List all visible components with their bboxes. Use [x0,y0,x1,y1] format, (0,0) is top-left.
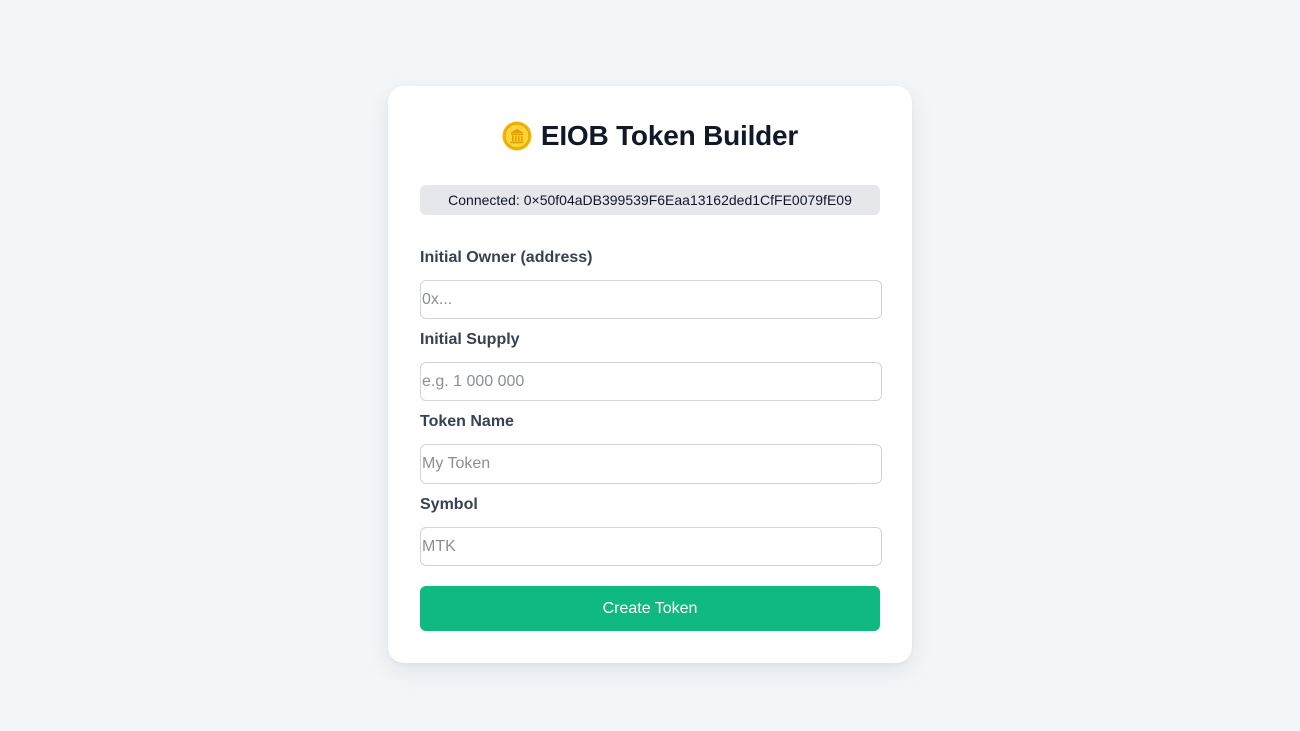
title-row: EIOB Token Builder [388,118,912,154]
connected-wallet-badge: Connected: 0×50f04aDB399539F6Eaa13162ded… [420,185,880,215]
page-title: EIOB Token Builder [540,120,799,151]
initial-supply-input[interactable] [420,362,882,401]
token-builder-card: EIOB Token Builder Connected: 0×50f04aDB… [388,86,912,663]
create-token-button[interactable]: Create Token [420,586,880,631]
symbol-label: Symbol [420,496,478,513]
coin-icon [502,121,532,151]
wallet-address: 0×50f04aDB399539F6Eaa13162ded1CfFE0079fE… [523,192,852,208]
symbol-input[interactable] [420,527,882,566]
owner-address-input[interactable] [420,280,882,319]
connected-label: Connected: [448,192,520,208]
supply-label: Initial Supply [420,331,520,348]
token-name-label: Token Name [420,413,514,430]
owner-label: Initial Owner (address) [420,249,593,266]
token-name-input[interactable] [420,444,882,484]
